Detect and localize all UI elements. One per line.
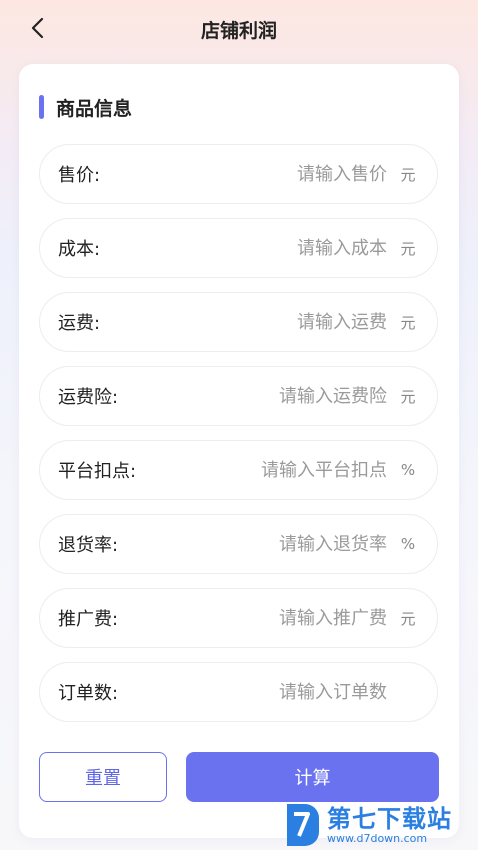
section-title: 商品信息	[56, 97, 133, 120]
promotion-fee-input[interactable]	[118, 607, 387, 629]
return-rate-input[interactable]	[118, 533, 387, 555]
field-label: 运费险:	[58, 387, 119, 408]
field-return-rate[interactable]: 退货率: %	[39, 514, 438, 574]
field-label: 售价:	[58, 165, 101, 186]
watermark-url: www.d7down.com	[327, 831, 428, 845]
field-order-count[interactable]: 订单数:	[39, 662, 438, 722]
d7-logo-icon	[287, 804, 319, 846]
field-shipping[interactable]: 运费: 元	[39, 292, 438, 352]
order-count-input[interactable]	[118, 681, 387, 703]
field-unit: %	[400, 535, 416, 553]
field-platform-commission[interactable]: 平台扣点: %	[39, 440, 438, 500]
field-label: 推广费:	[58, 609, 119, 630]
app-header: 店铺利润	[0, 0, 478, 56]
shipping-input[interactable]	[100, 311, 387, 333]
product-info-card: 商品信息 售价: 元 成本: 元 运费: 元 运费险: 元 平台扣点: % 退货…	[19, 64, 459, 838]
reset-button[interactable]: 重置	[39, 752, 167, 802]
field-promotion-fee[interactable]: 推广费: 元	[39, 588, 438, 648]
shipping-insurance-input[interactable]	[118, 385, 387, 407]
field-label: 成本:	[58, 239, 101, 260]
watermark-text: 第七下载站 www.d7down.com	[327, 806, 452, 845]
page-title: 店铺利润	[200, 20, 277, 42]
platform-commission-input[interactable]	[136, 459, 387, 481]
field-unit: 元	[400, 165, 416, 184]
field-price[interactable]: 售价: 元	[39, 144, 438, 204]
field-unit: %	[400, 461, 416, 479]
field-shipping-insurance[interactable]: 运费险: 元	[39, 366, 438, 426]
price-input[interactable]	[100, 163, 387, 185]
field-label: 运费:	[58, 313, 101, 334]
site-watermark: 第七下载站 www.d7down.com	[283, 800, 452, 850]
field-unit: 元	[400, 313, 416, 332]
section-accent-bar	[39, 95, 44, 119]
field-cost[interactable]: 成本: 元	[39, 218, 438, 278]
watermark-name: 第七下载站	[327, 804, 452, 833]
field-unit: 元	[400, 239, 416, 258]
field-label: 平台扣点:	[58, 461, 137, 482]
section-header: 商品信息	[39, 94, 132, 120]
field-label: 退货率:	[58, 535, 119, 556]
field-unit: 元	[400, 387, 416, 406]
cost-input[interactable]	[100, 237, 387, 259]
field-label: 订单数:	[58, 683, 119, 704]
calculate-button[interactable]: 计算	[186, 752, 439, 802]
field-unit: 元	[400, 609, 416, 628]
